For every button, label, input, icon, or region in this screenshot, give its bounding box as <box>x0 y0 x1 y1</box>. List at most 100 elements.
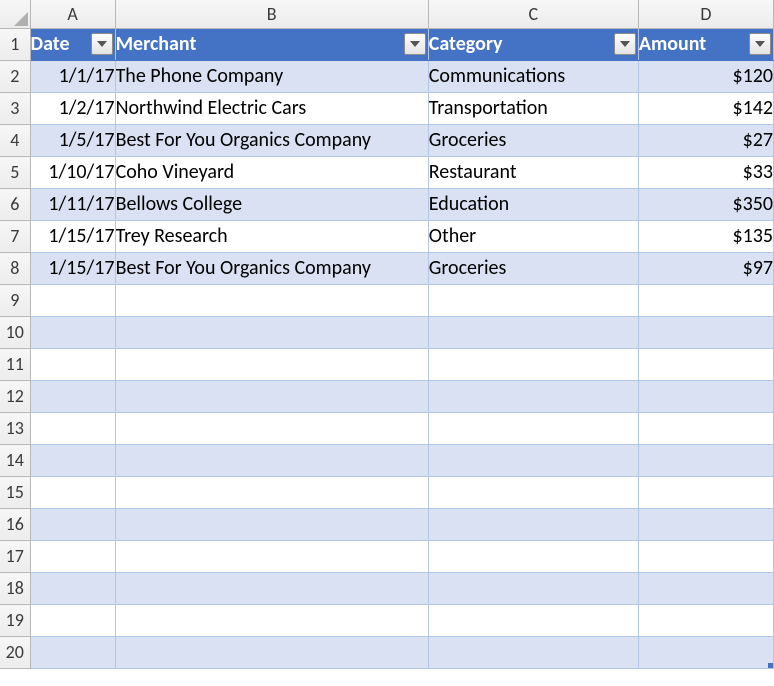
cell-D7[interactable]: $135 <box>638 220 773 252</box>
cell-C19[interactable] <box>428 604 638 636</box>
row-header-14[interactable]: 14 <box>0 444 30 476</box>
cell-C12[interactable] <box>428 380 638 412</box>
cell-B17[interactable] <box>115 540 428 572</box>
cell-A5[interactable]: 1/10/17 <box>30 156 115 188</box>
col-header-C[interactable]: C <box>428 0 638 28</box>
cell-D18[interactable] <box>638 572 773 604</box>
cell-A19[interactable] <box>30 604 115 636</box>
cell-A8[interactable]: 1/15/17 <box>30 252 115 284</box>
cell-D14[interactable] <box>638 444 773 476</box>
cell-C18[interactable] <box>428 572 638 604</box>
cell-A16[interactable] <box>30 508 115 540</box>
cell-C10[interactable] <box>428 316 638 348</box>
cell-D17[interactable] <box>638 540 773 572</box>
cell-C15[interactable] <box>428 476 638 508</box>
row-header-2[interactable]: 2 <box>0 60 30 92</box>
cell-C17[interactable] <box>428 540 638 572</box>
row-header-10[interactable]: 10 <box>0 316 30 348</box>
cell-B7[interactable]: Trey Research <box>115 220 428 252</box>
cell-A4[interactable]: 1/5/17 <box>30 124 115 156</box>
cell-A15[interactable] <box>30 476 115 508</box>
cell-C14[interactable] <box>428 444 638 476</box>
cell-B5[interactable]: Coho Vineyard <box>115 156 428 188</box>
col-header-A[interactable]: A <box>30 0 115 28</box>
row-header-15[interactable]: 15 <box>0 476 30 508</box>
row-header-3[interactable]: 3 <box>0 92 30 124</box>
cell-B2[interactable]: The Phone Company <box>115 60 428 92</box>
cell-A9[interactable] <box>30 284 115 316</box>
cell-A20[interactable] <box>30 636 115 668</box>
cell-D16[interactable] <box>638 508 773 540</box>
header-date[interactable]: Date <box>30 28 115 60</box>
cell-C20[interactable] <box>428 636 638 668</box>
cell-C16[interactable] <box>428 508 638 540</box>
cell-D12[interactable] <box>638 380 773 412</box>
cell-A14[interactable] <box>30 444 115 476</box>
row-header-9[interactable]: 9 <box>0 284 30 316</box>
cell-B6[interactable]: Bellows College <box>115 188 428 220</box>
row-header-20[interactable]: 20 <box>0 636 30 668</box>
row-header-6[interactable]: 6 <box>0 188 30 220</box>
row-header-8[interactable]: 8 <box>0 252 30 284</box>
cell-B15[interactable] <box>115 476 428 508</box>
cell-A7[interactable]: 1/15/17 <box>30 220 115 252</box>
cell-D3[interactable]: $142 <box>638 92 773 124</box>
filter-button-date[interactable] <box>91 33 113 55</box>
cell-D20[interactable] <box>638 636 773 668</box>
row-header-13[interactable]: 13 <box>0 412 30 444</box>
table-resize-handle-icon[interactable] <box>768 663 774 669</box>
cell-B12[interactable] <box>115 380 428 412</box>
cell-C3[interactable]: Transportation <box>428 92 638 124</box>
cell-B9[interactable] <box>115 284 428 316</box>
row-header-17[interactable]: 17 <box>0 540 30 572</box>
row-header-7[interactable]: 7 <box>0 220 30 252</box>
cell-B20[interactable] <box>115 636 428 668</box>
cell-D8[interactable]: $97 <box>638 252 773 284</box>
header-category[interactable]: Category <box>428 28 638 60</box>
col-header-D[interactable]: D <box>638 0 773 28</box>
cell-B18[interactable] <box>115 572 428 604</box>
cell-D11[interactable] <box>638 348 773 380</box>
cell-A11[interactable] <box>30 348 115 380</box>
cell-C5[interactable]: Restaurant <box>428 156 638 188</box>
cell-B8[interactable]: Best For You Organics Company <box>115 252 428 284</box>
cell-A6[interactable]: 1/11/17 <box>30 188 115 220</box>
cell-D13[interactable] <box>638 412 773 444</box>
cell-D4[interactable]: $27 <box>638 124 773 156</box>
row-header-12[interactable]: 12 <box>0 380 30 412</box>
cell-D9[interactable] <box>638 284 773 316</box>
cell-B10[interactable] <box>115 316 428 348</box>
cell-D2[interactable]: $120 <box>638 60 773 92</box>
row-header-11[interactable]: 11 <box>0 348 30 380</box>
select-all-corner[interactable] <box>0 0 30 28</box>
filter-button-merchant[interactable] <box>404 33 426 55</box>
cell-C11[interactable] <box>428 348 638 380</box>
cell-C4[interactable]: Groceries <box>428 124 638 156</box>
header-merchant[interactable]: Merchant <box>115 28 428 60</box>
cell-B13[interactable] <box>115 412 428 444</box>
cell-C7[interactable]: Other <box>428 220 638 252</box>
cell-A10[interactable] <box>30 316 115 348</box>
cell-C9[interactable] <box>428 284 638 316</box>
filter-button-category[interactable] <box>614 33 636 55</box>
cell-D19[interactable] <box>638 604 773 636</box>
row-header-5[interactable]: 5 <box>0 156 30 188</box>
cell-A2[interactable]: 1/1/17 <box>30 60 115 92</box>
row-header-4[interactable]: 4 <box>0 124 30 156</box>
row-header-1[interactable]: 1 <box>0 28 30 60</box>
cell-A3[interactable]: 1/2/17 <box>30 92 115 124</box>
cell-B11[interactable] <box>115 348 428 380</box>
cell-B14[interactable] <box>115 444 428 476</box>
cell-B3[interactable]: Northwind Electric Cars <box>115 92 428 124</box>
cell-A17[interactable] <box>30 540 115 572</box>
cell-D5[interactable]: $33 <box>638 156 773 188</box>
cell-D6[interactable]: $350 <box>638 188 773 220</box>
cell-D10[interactable] <box>638 316 773 348</box>
row-header-16[interactable]: 16 <box>0 508 30 540</box>
header-amount[interactable]: Amount <box>638 28 773 60</box>
cell-C13[interactable] <box>428 412 638 444</box>
cell-C8[interactable]: Groceries <box>428 252 638 284</box>
row-header-19[interactable]: 19 <box>0 604 30 636</box>
cell-C6[interactable]: Education <box>428 188 638 220</box>
cell-B16[interactable] <box>115 508 428 540</box>
